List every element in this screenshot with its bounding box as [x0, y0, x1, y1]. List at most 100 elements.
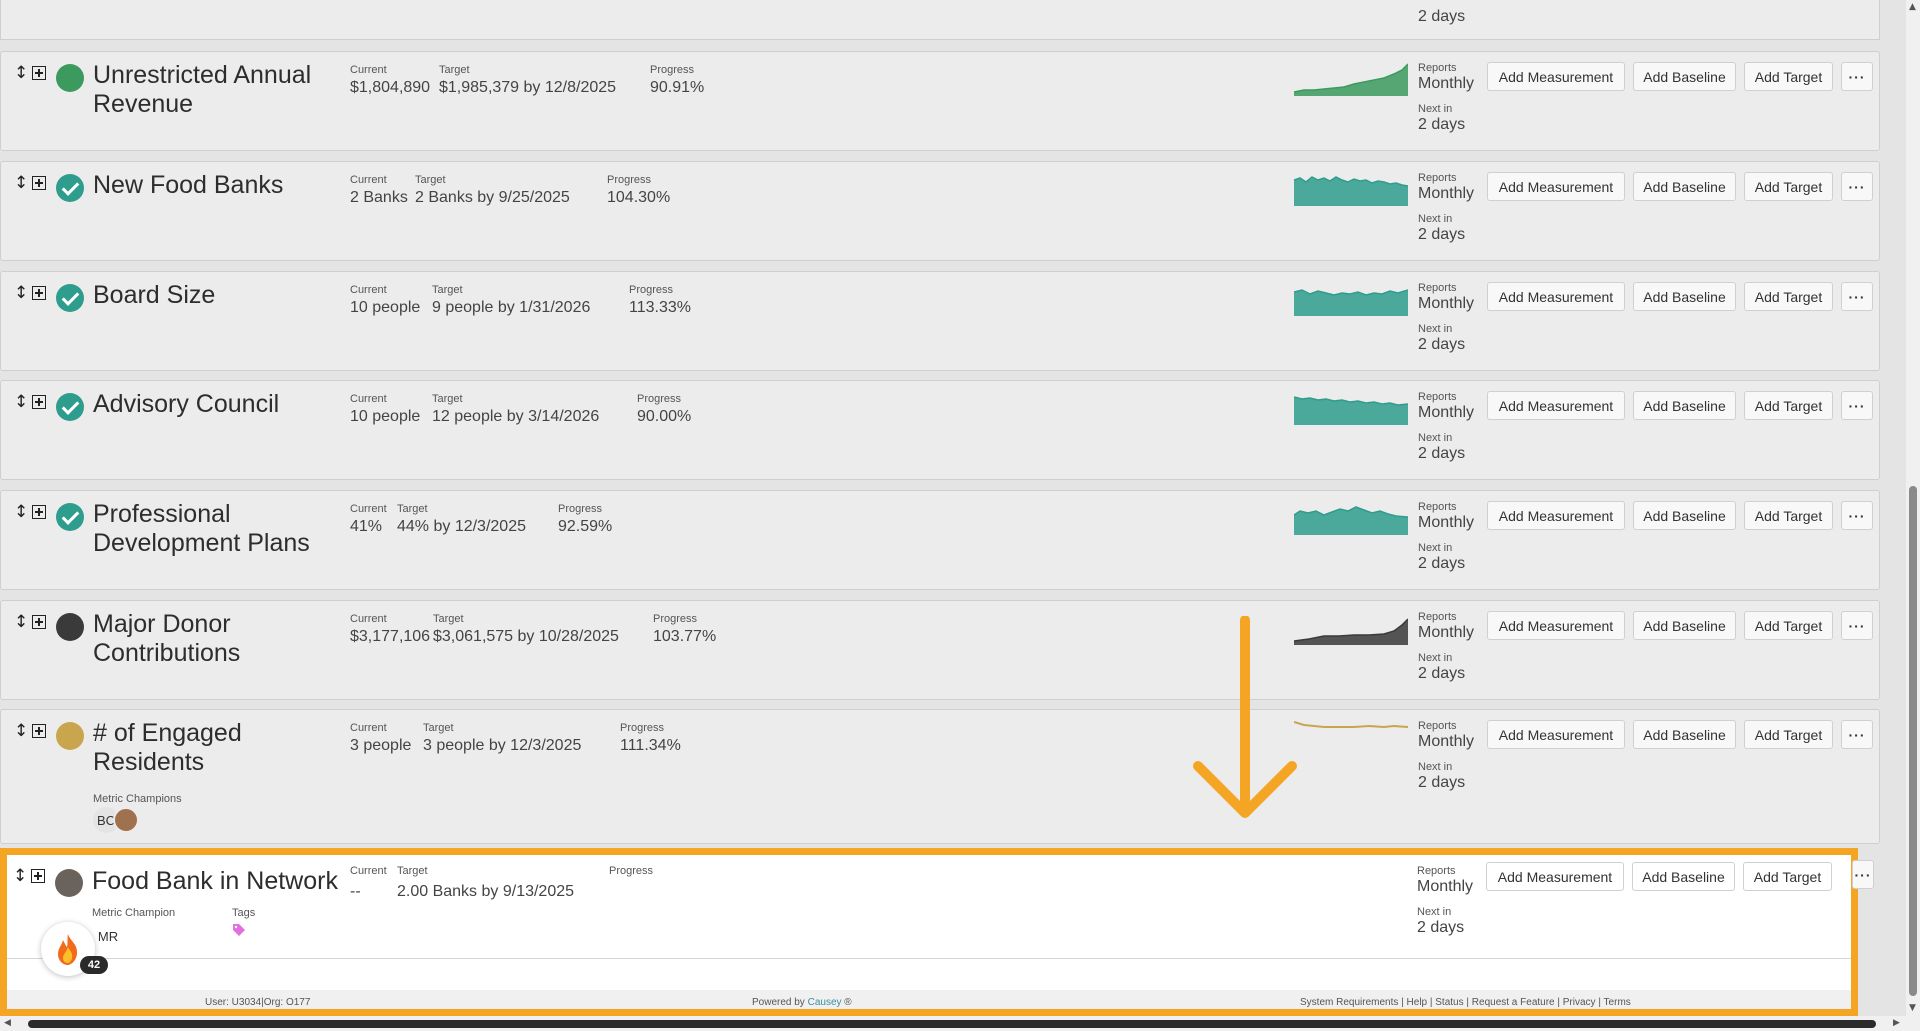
metric-title[interactable]: Board Size: [93, 281, 343, 310]
footer-link[interactable]: Privacy: [1563, 997, 1596, 1008]
drag-handle-icon[interactable]: ↕: [14, 394, 28, 411]
drag-handle-icon[interactable]: ↕: [14, 285, 28, 302]
add-target-button[interactable]: Add Target: [1743, 862, 1832, 891]
footer-link[interactable]: Help: [1407, 997, 1428, 1008]
more-options-button[interactable]: ···: [1841, 282, 1873, 311]
causey-link[interactable]: Causey: [808, 997, 842, 1008]
vertical-scrollbar-thumb[interactable]: [1909, 486, 1917, 996]
add-target-button[interactable]: Add Target: [1744, 172, 1833, 201]
add-measurement-button[interactable]: Add Measurement: [1487, 62, 1625, 91]
expand-icon[interactable]: [32, 66, 46, 80]
metric-row[interactable]: ↕ # of Engaged Residents Current 3 peopl…: [0, 709, 1880, 844]
next-in-value: 2 days: [1418, 555, 1466, 572]
footer-link[interactable]: Status: [1435, 997, 1463, 1008]
add-target-button[interactable]: Add Target: [1744, 501, 1833, 530]
drag-handle-icon[interactable]: ↕: [14, 614, 28, 631]
scroll-left-arrow-icon[interactable]: ◀: [4, 1018, 11, 1028]
add-measurement-button[interactable]: Add Measurement: [1487, 391, 1625, 420]
expand-icon[interactable]: [32, 395, 46, 409]
footer-link[interactable]: System Requirements: [1300, 997, 1398, 1008]
current-value: 2 Banks: [350, 189, 408, 206]
metric-title[interactable]: # of Engaged Residents: [93, 719, 343, 777]
metric-row[interactable]: ↕ New Food Banks Current 2 Banks Target …: [0, 161, 1880, 261]
more-options-button[interactable]: ···: [1841, 62, 1873, 91]
tag-icon[interactable]: [232, 923, 246, 937]
expand-icon[interactable]: [31, 869, 45, 883]
metric-title[interactable]: New Food Banks: [93, 171, 343, 200]
target-label: Target: [423, 722, 454, 734]
target-label: Target: [397, 503, 428, 515]
powered-prefix: Powered by: [752, 997, 808, 1008]
expand-icon[interactable]: [32, 505, 46, 519]
add-baseline-button[interactable]: Add Baseline: [1632, 862, 1735, 891]
more-options-button[interactable]: ···: [1841, 611, 1873, 640]
drag-handle-icon[interactable]: ↕: [14, 723, 28, 740]
next-in-value: 2 days: [1418, 226, 1466, 243]
metric-title[interactable]: Food Bank in Network: [92, 867, 352, 896]
add-baseline-button[interactable]: Add Baseline: [1633, 611, 1736, 640]
add-measurement-button[interactable]: Add Measurement: [1487, 611, 1625, 640]
champion-avatar[interactable]: MR: [95, 923, 121, 949]
drag-handle-icon[interactable]: ↕: [14, 65, 28, 82]
horizontal-scrollbar[interactable]: ◀ ▶: [0, 1016, 1906, 1031]
powered-suffix: ®: [841, 997, 852, 1008]
champions-label: Metric Champions: [93, 793, 182, 805]
scroll-up-arrow-icon[interactable]: ▲: [1909, 2, 1916, 12]
drag-handle-icon[interactable]: ↕: [13, 868, 27, 885]
vertical-scrollbar[interactable]: ▲ ▼: [1906, 0, 1920, 1031]
current-label: Current: [350, 393, 387, 405]
more-options-button[interactable]: ···: [1841, 720, 1873, 749]
footer-link[interactable]: Request a Feature: [1472, 997, 1555, 1008]
more-options-button[interactable]: ···: [1841, 172, 1873, 201]
scroll-right-arrow-icon[interactable]: ▶: [1893, 1018, 1900, 1028]
add-measurement-button[interactable]: Add Measurement: [1487, 501, 1625, 530]
drag-handle-icon[interactable]: ↕: [14, 504, 28, 521]
current-label: Current: [350, 865, 387, 877]
expand-icon[interactable]: [32, 615, 46, 629]
row-controls: ↕: [14, 65, 46, 82]
footer-link[interactable]: Terms: [1604, 997, 1631, 1008]
target-value: 2 Banks by 9/25/2025: [415, 189, 570, 206]
add-baseline-button[interactable]: Add Baseline: [1633, 501, 1736, 530]
metric-row[interactable]: ↕ Board Size Current 10 people Target 9 …: [0, 271, 1880, 371]
metric-title[interactable]: Professional Development Plans: [93, 500, 343, 558]
more-options-button[interactable]: ···: [1841, 391, 1873, 420]
status-check-icon: [56, 174, 84, 202]
metric-row[interactable]: ↕ Professional Development Plans Current…: [0, 490, 1880, 590]
metric-title[interactable]: Advisory Council: [93, 390, 343, 419]
drag-handle-icon[interactable]: ↕: [14, 175, 28, 192]
add-measurement-button[interactable]: Add Measurement: [1487, 720, 1625, 749]
more-options-button[interactable]: ···: [1852, 860, 1874, 889]
sparkline-chart: [1294, 176, 1408, 206]
add-baseline-button[interactable]: Add Baseline: [1633, 62, 1736, 91]
scroll-down-arrow-icon[interactable]: ▼: [1909, 1003, 1916, 1013]
add-target-button[interactable]: Add Target: [1744, 720, 1833, 749]
expand-icon[interactable]: [32, 176, 46, 190]
champion-photo-avatar[interactable]: [113, 807, 139, 833]
metric-row[interactable]: ↕ Major Donor Contributions Current $3,1…: [0, 600, 1880, 700]
footer-user: User: U3034|Org: O177: [205, 997, 311, 1008]
progress-label: Progress: [650, 64, 695, 76]
metric-row[interactable]: ↕ Unrestricted Annual Revenue Current $1…: [0, 51, 1880, 151]
add-target-button[interactable]: Add Target: [1744, 282, 1833, 311]
add-measurement-button[interactable]: Add Measurement: [1486, 862, 1624, 891]
metric-row[interactable]: ↕ Advisory Council Current 10 people Tar…: [0, 380, 1880, 480]
progress-label: Progress: [653, 613, 698, 625]
current-value: 3 people: [350, 737, 412, 754]
add-measurement-button[interactable]: Add Measurement: [1487, 282, 1625, 311]
reports-label: Reports: [1418, 720, 1457, 732]
metric-title[interactable]: Unrestricted Annual Revenue: [93, 61, 343, 119]
add-baseline-button[interactable]: Add Baseline: [1633, 391, 1736, 420]
add-measurement-button[interactable]: Add Measurement: [1487, 172, 1625, 201]
metric-title[interactable]: Major Donor Contributions: [93, 610, 343, 668]
add-target-button[interactable]: Add Target: [1744, 611, 1833, 640]
add-baseline-button[interactable]: Add Baseline: [1633, 172, 1736, 201]
add-target-button[interactable]: Add Target: [1744, 391, 1833, 420]
add-baseline-button[interactable]: Add Baseline: [1633, 282, 1736, 311]
add-target-button[interactable]: Add Target: [1744, 62, 1833, 91]
add-baseline-button[interactable]: Add Baseline: [1633, 720, 1736, 749]
more-options-button[interactable]: ···: [1841, 501, 1873, 530]
horizontal-scrollbar-thumb[interactable]: [28, 1020, 1876, 1028]
expand-icon[interactable]: [32, 724, 46, 738]
expand-icon[interactable]: [32, 286, 46, 300]
